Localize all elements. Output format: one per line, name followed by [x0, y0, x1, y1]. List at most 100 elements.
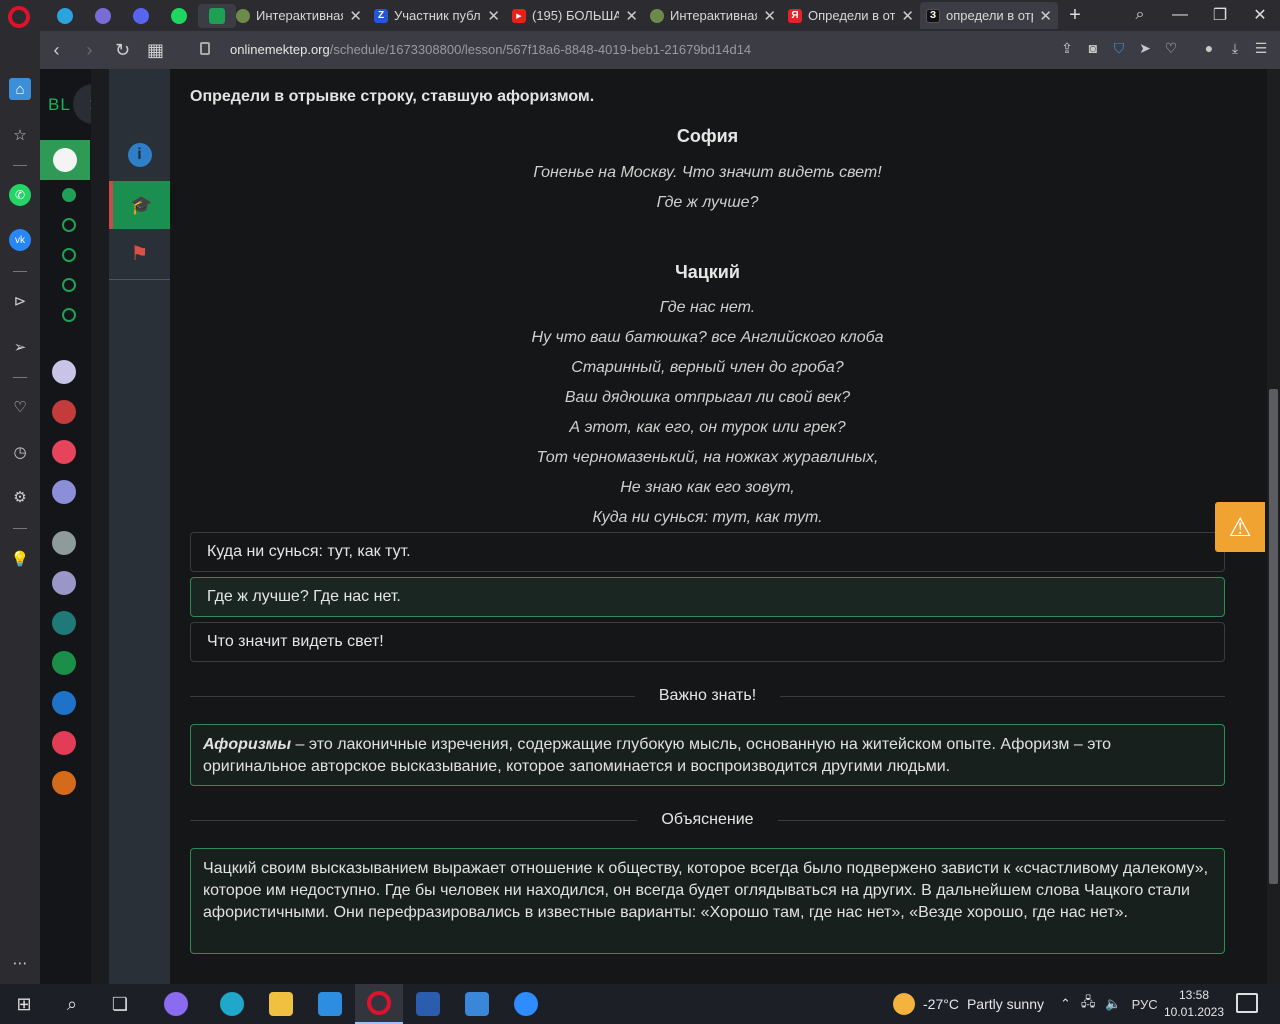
- home-icon[interactable]: ⌂: [9, 78, 31, 100]
- pinned-tab-telegram[interactable]: [46, 4, 84, 28]
- share-icon[interactable]: ⇪: [1058, 39, 1076, 57]
- speed-dial-icon[interactable]: ▦: [139, 40, 172, 61]
- close-tab-icon[interactable]: ✕: [763, 7, 776, 25]
- lesson-info-button[interactable]: i: [109, 131, 170, 179]
- onlinemektep-app-button[interactable]: [40, 140, 90, 180]
- tab-5-active[interactable]: Зопредели в отр ✕: [920, 2, 1058, 29]
- profile-icon[interactable]: ●: [1200, 39, 1218, 57]
- back-button[interactable]: ‹: [40, 40, 73, 61]
- easy-setup-icon[interactable]: ☰: [1252, 39, 1270, 57]
- lesson-flag-button[interactable]: ⚑: [109, 229, 170, 277]
- verse-line: Ну что ваш батюшка? все Английского клоб…: [531, 329, 884, 346]
- tab-3[interactable]: Интерактивная ✕: [644, 2, 782, 29]
- language-indicator[interactable]: РУС: [1132, 997, 1158, 1012]
- app-icon-bilimland-3[interactable]: [52, 480, 76, 504]
- taskbar-store[interactable]: [453, 984, 501, 1024]
- speaker-chatsky: Чацкий: [675, 262, 740, 282]
- close-tab-icon[interactable]: ✕: [901, 7, 914, 25]
- taskbar-word[interactable]: [404, 984, 452, 1024]
- whatsapp-icon[interactable]: ✆: [9, 184, 31, 206]
- history-icon[interactable]: ◷: [9, 441, 31, 463]
- app-icon-bilimland-ustaz[interactable]: [52, 400, 76, 424]
- taskbar-zoom[interactable]: [502, 984, 550, 1024]
- rail-dot-1[interactable]: [62, 188, 76, 202]
- rail-dot-5[interactable]: [62, 308, 76, 322]
- tab-0[interactable]: Интерактивная ✕: [230, 2, 368, 29]
- heart-icon[interactable]: ♡: [9, 396, 31, 418]
- camera-icon[interactable]: ◙: [1084, 39, 1102, 57]
- taskbar-clock[interactable]: 13:58 10.01.2023: [1162, 987, 1226, 1021]
- tab-1[interactable]: Z Участник публи ✕: [368, 2, 506, 29]
- report-warning-button[interactable]: ⚠: [1215, 502, 1265, 552]
- restore-button[interactable]: ❐: [1200, 0, 1240, 30]
- app-icon-smart[interactable]: [52, 531, 76, 555]
- opera-icon: [367, 991, 391, 1015]
- answer-option-2-selected[interactable]: Где ж лучше? Где нас нет.: [190, 577, 1225, 617]
- send-icon[interactable]: ➢: [9, 336, 31, 358]
- app-icon-bilimland-7[interactable]: [52, 611, 76, 635]
- spotify-icon: [171, 8, 187, 24]
- clock-time: 13:58: [1178, 988, 1210, 1002]
- lightbulb-icon[interactable]: 💡: [9, 548, 31, 570]
- scrollbar-thumb[interactable]: [1269, 389, 1278, 884]
- network-icon[interactable]: 🖧: [1081, 993, 1096, 1015]
- pinned-tab-discord[interactable]: [122, 4, 160, 28]
- url-field[interactable]: onlinemektep.org/schedule/1673308800/les…: [230, 42, 751, 57]
- answer-option-3[interactable]: Что значит видеть свет!: [190, 622, 1225, 662]
- adblock-shield-icon[interactable]: ⛉: [1110, 39, 1128, 57]
- close-tab-icon[interactable]: ✕: [487, 7, 500, 25]
- taskbar-edge[interactable]: [208, 984, 256, 1024]
- app-icon-1[interactable]: [52, 360, 76, 384]
- close-tab-icon[interactable]: ✕: [625, 7, 638, 25]
- forward-button[interactable]: ›: [73, 40, 106, 61]
- more-dots-icon[interactable]: ⋯: [9, 952, 31, 974]
- opera-menu-icon[interactable]: [8, 6, 30, 28]
- tab-2[interactable]: ▶ (195) БОЛЬШАЯ ✕: [506, 2, 644, 29]
- star-icon[interactable]: ☆: [9, 124, 31, 146]
- downloads-icon[interactable]: ⤓: [1226, 39, 1244, 57]
- notification-center-icon[interactable]: [1236, 993, 1258, 1013]
- rail-dot-4[interactable]: [62, 278, 76, 292]
- pinned-tab-hand[interactable]: [84, 4, 122, 28]
- chevron-up-icon[interactable]: ⌃: [1060, 996, 1071, 1012]
- tab-title: определи в отр: [946, 8, 1034, 23]
- pinned-tab-spotify[interactable]: [160, 4, 198, 28]
- new-tab-button[interactable]: +: [1064, 4, 1086, 27]
- reload-button[interactable]: ↻: [106, 40, 139, 61]
- player-icon[interactable]: ⊳: [9, 290, 31, 312]
- taskbar-app-circle[interactable]: [152, 984, 200, 1024]
- answer-option-1[interactable]: Куда ни сунься: тут, как тут.: [190, 532, 1225, 572]
- start-button[interactable]: ⊞: [0, 984, 48, 1024]
- vk-icon[interactable]: vk: [9, 229, 31, 251]
- app-icon-twig[interactable]: [52, 731, 76, 755]
- page-scrollbar[interactable]: [1267, 69, 1280, 984]
- taskbar-explorer[interactable]: [257, 984, 305, 1024]
- send-icon[interactable]: ➤: [1136, 39, 1154, 57]
- close-window-button[interactable]: ✕: [1240, 0, 1280, 30]
- site-logo[interactable]: BL: [48, 95, 71, 115]
- volume-icon[interactable]: 🔈: [1105, 996, 1121, 1012]
- minimize-button[interactable]: —: [1160, 0, 1200, 30]
- sidebar-separator: [13, 377, 27, 378]
- lesson-task-button[interactable]: 🎓: [109, 181, 170, 229]
- settings-gear-icon[interactable]: ⚙: [9, 486, 31, 508]
- tab-search-icon[interactable]: ⌕: [1120, 0, 1160, 30]
- flag-icon: ⚑: [130, 242, 149, 265]
- rail-dot-3[interactable]: [62, 248, 76, 262]
- app-icon-bilimland-land[interactable]: [52, 651, 76, 675]
- app-icon-6[interactable]: [52, 571, 76, 595]
- app-icon-checklist[interactable]: [52, 691, 76, 715]
- close-tab-icon[interactable]: ✕: [1039, 7, 1052, 25]
- taskbar-mail[interactable]: [306, 984, 354, 1024]
- weather-widget[interactable]: -27°C Partly sunny: [893, 984, 1044, 1024]
- app-icon-bilimland-sabaq[interactable]: [52, 440, 76, 464]
- taskbar-opera[interactable]: [355, 984, 403, 1024]
- app-icon-imektep[interactable]: [52, 771, 76, 795]
- task-view-icon[interactable]: ❏: [96, 984, 144, 1024]
- heart-icon[interactable]: ♡: [1162, 39, 1180, 57]
- rail-dot-2[interactable]: [62, 218, 76, 232]
- tab-4[interactable]: Я Определи в отр ✕: [782, 2, 920, 29]
- close-tab-icon[interactable]: ✕: [349, 7, 362, 25]
- search-icon[interactable]: ⌕: [48, 984, 96, 1024]
- lock-icon[interactable]: [200, 42, 210, 55]
